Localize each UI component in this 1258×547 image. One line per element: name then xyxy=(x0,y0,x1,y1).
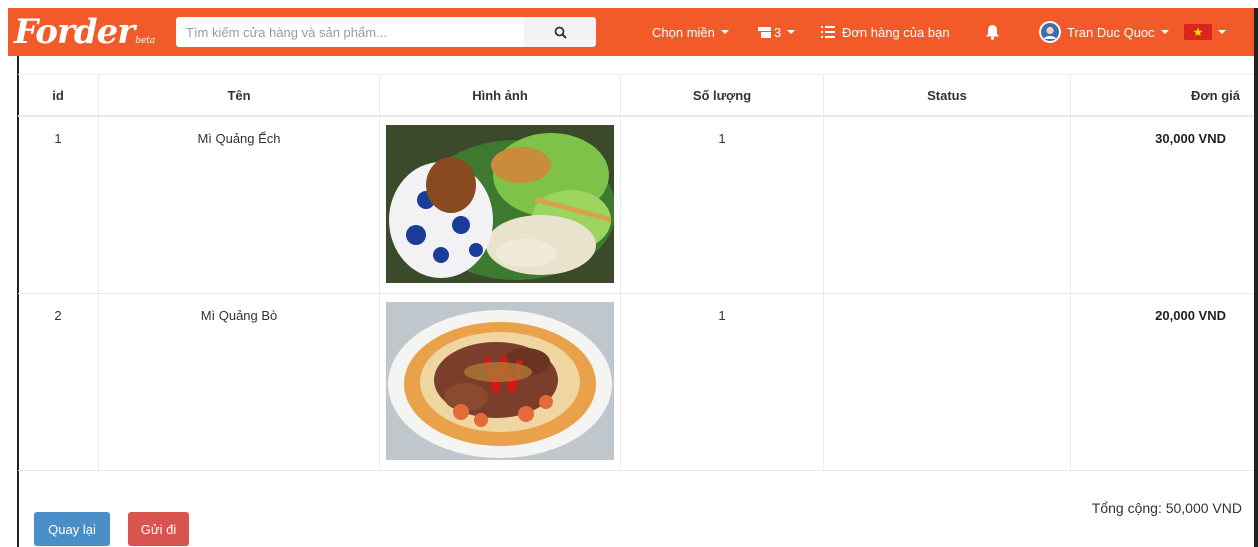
send-button[interactable]: Gửi đi xyxy=(128,512,189,546)
search-input[interactable] xyxy=(176,17,524,47)
header-quantity: Số lượng xyxy=(620,74,824,117)
search-button[interactable] xyxy=(524,17,596,47)
list-icon xyxy=(821,26,835,38)
bell-icon xyxy=(986,25,999,40)
window-right-edge xyxy=(1254,8,1258,547)
mi-quang-bo-image xyxy=(386,301,614,460)
window-top-edge xyxy=(0,0,1258,8)
back-button[interactable]: Quay lại xyxy=(34,512,110,546)
table-row: 2 Mì Quảng Bò 1 20,000 VND xyxy=(18,293,1254,471)
cell-price: 30,000 VND xyxy=(1155,131,1226,146)
header-name: Tên xyxy=(98,74,380,117)
cell-status xyxy=(824,117,1070,131)
chevron-down-icon xyxy=(1160,30,1169,34)
header-image: Hình ảnh xyxy=(379,74,621,117)
chevron-down-icon xyxy=(787,30,796,34)
region-label: Chọn miền xyxy=(652,24,715,40)
user-avatar-icon xyxy=(1041,23,1059,41)
table-header-row: id Tên Hình ảnh Số lượng Status Đơn giá xyxy=(18,74,1254,117)
table-row: 1 Mì Quảng Ếch 1 30,000 VND xyxy=(18,116,1254,294)
avatar xyxy=(1039,21,1061,43)
cell-id: 2 xyxy=(54,307,62,323)
user-name: Tran Duc Quoc xyxy=(1067,24,1155,40)
order-table: id Tên Hình ảnh Số lượng Status Đơn giá … xyxy=(18,74,1254,471)
order-total: Tổng cộng: 50,000 VND xyxy=(1091,500,1242,516)
cart-count: 3 xyxy=(774,24,782,40)
cart-icon xyxy=(758,26,771,38)
language-dropdown[interactable] xyxy=(1184,8,1226,56)
logo[interactable]: Forder beta xyxy=(14,12,155,52)
vietnam-flag-icon xyxy=(1184,24,1212,40)
cell-quantity: 1 xyxy=(718,131,726,146)
notification-button[interactable] xyxy=(985,8,1000,56)
cell-name: Mì Quảng Ếch xyxy=(197,131,281,146)
orders-label: Đơn hàng của bạn xyxy=(842,24,950,40)
cell-quantity: 1 xyxy=(718,307,726,323)
header-status: Status xyxy=(823,74,1071,117)
orders-link[interactable]: Đơn hàng của bạn xyxy=(821,8,950,56)
header-id: id xyxy=(18,74,99,117)
chevron-down-icon xyxy=(1218,30,1226,34)
cell-price: 20,000 VND xyxy=(1155,307,1226,323)
navbar: Forder beta Chọn miền 3 Đơn hàng của bạn xyxy=(8,8,1254,56)
region-dropdown[interactable]: Chọn miền xyxy=(652,8,729,56)
logo-text: Forder xyxy=(14,12,135,52)
mi-quang-ech-image xyxy=(386,125,614,283)
search-icon xyxy=(554,26,567,39)
cart-dropdown[interactable]: 3 xyxy=(758,8,796,56)
header-price: Đơn giá xyxy=(1070,74,1254,117)
window-left-edge xyxy=(0,0,19,547)
chevron-down-icon xyxy=(720,30,729,34)
logo-beta: beta xyxy=(135,36,156,46)
cell-status xyxy=(824,294,1070,308)
cell-id: 1 xyxy=(54,131,62,146)
user-menu[interactable]: Tran Duc Quoc xyxy=(1039,8,1169,56)
cell-name: Mì Quảng Bò xyxy=(200,307,278,323)
